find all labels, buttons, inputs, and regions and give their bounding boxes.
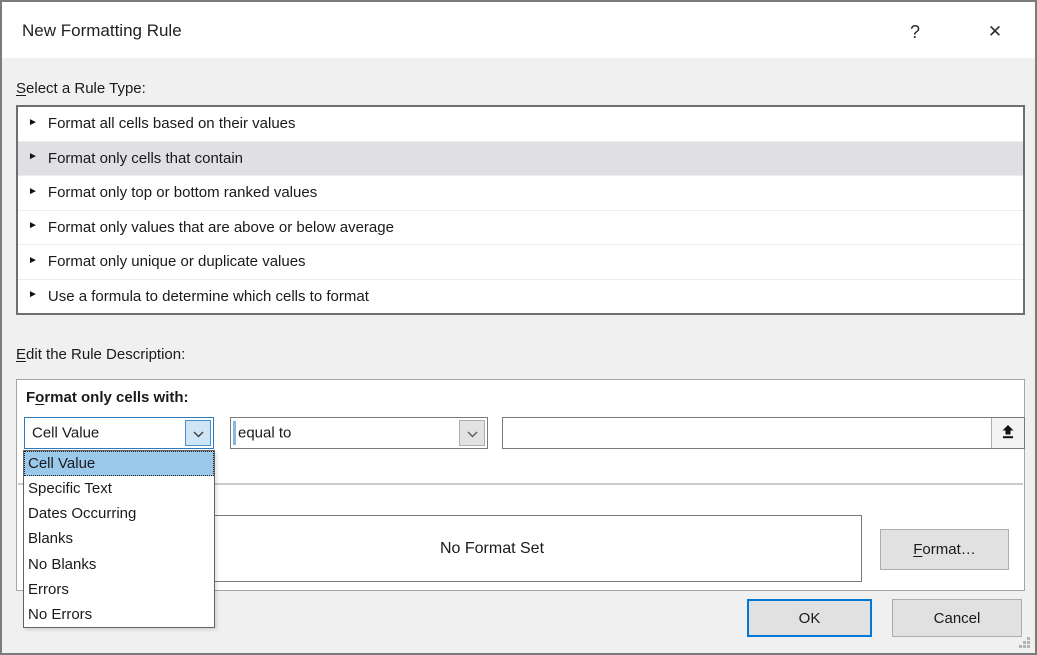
rule-type-item-0[interactable]: ► Format all cells based on their values [18,107,1023,142]
rule-type-label: Format only cells that contain [48,150,243,167]
rule-type-item-1-selected[interactable]: ► Format only cells that contain [18,142,1023,177]
title-bar[interactable]: New Formatting Rule ? ✕ [2,2,1035,58]
rule-type-item-3[interactable]: ► Format only values that are above or b… [18,211,1023,246]
dropdown-option-blanks[interactable]: Blanks [24,526,214,551]
combo-dropdown-button[interactable] [459,420,485,446]
new-formatting-rule-dialog: New Formatting Rule ? ✕ Select a Rule Ty… [0,0,1037,655]
cell-value-combobox-value: Cell Value [32,425,99,442]
chevron-down-icon [193,425,204,442]
arrow-right-icon: ► [28,290,38,300]
rule-value-input[interactable] [503,418,991,448]
dropdown-option-specific-text[interactable]: Specific Text [24,476,214,501]
ok-button[interactable]: OK [747,599,872,637]
chevron-down-icon [467,425,478,442]
rule-type-item-4[interactable]: ► Format only unique or duplicate values [18,245,1023,280]
select-rule-type-label: Select a Rule Type: [16,80,146,97]
rule-type-list: ► Format all cells based on their values… [16,105,1025,315]
arrow-right-icon: ► [28,221,38,231]
operator-combobox-value: equal to [238,425,291,442]
resize-grip[interactable] [1019,637,1031,649]
rule-type-item-5[interactable]: ► Use a formula to determine which cells… [18,280,1023,314]
format-button[interactable]: Format… [880,529,1009,570]
text-caret [233,421,236,445]
cell-value-dropdown-list: Cell Value Specific Text Dates Occurring… [23,450,215,628]
dropdown-option-no-blanks[interactable]: No Blanks [24,552,214,577]
rule-type-label: Format all cells based on their values [48,115,296,132]
help-icon[interactable]: ? [900,18,930,46]
close-icon[interactable]: ✕ [980,18,1010,46]
format-preview: No Format Set [122,515,862,582]
rule-type-label: Format only top or bottom ranked values [48,184,317,201]
rule-type-label: Format only unique or duplicate values [48,253,306,270]
dropdown-option-cell-value[interactable]: Cell Value [24,451,214,476]
edit-rule-description-label: Edit the Rule Description: [16,346,185,363]
dropdown-option-no-errors[interactable]: No Errors [24,602,214,627]
format-preview-text: No Format Set [440,540,544,558]
rule-type-item-2[interactable]: ► Format only top or bottom ranked value… [18,176,1023,211]
format-only-cells-with-label: Format only cells with: [26,389,189,406]
arrow-right-icon: ► [28,152,38,162]
cell-value-combobox[interactable]: Cell Value [24,417,214,449]
dropdown-option-errors[interactable]: Errors [24,577,214,602]
rule-type-label: Format only values that are above or bel… [48,219,394,236]
rule-type-label: Use a formula to determine which cells t… [48,288,369,305]
operator-combobox[interactable]: equal to [230,417,488,449]
collapse-dialog-up-arrow-icon [1001,424,1015,442]
dialog-title: New Formatting Rule [22,21,182,41]
combo-dropdown-button[interactable] [185,420,211,446]
arrow-right-icon: ► [28,187,38,197]
cancel-button[interactable]: Cancel [892,599,1022,637]
rule-value-field [502,417,1025,449]
collapse-dialog-button[interactable] [991,418,1024,448]
dropdown-option-dates-occurring[interactable]: Dates Occurring [24,501,214,526]
arrow-right-icon: ► [28,256,38,266]
arrow-right-icon: ► [28,118,38,128]
